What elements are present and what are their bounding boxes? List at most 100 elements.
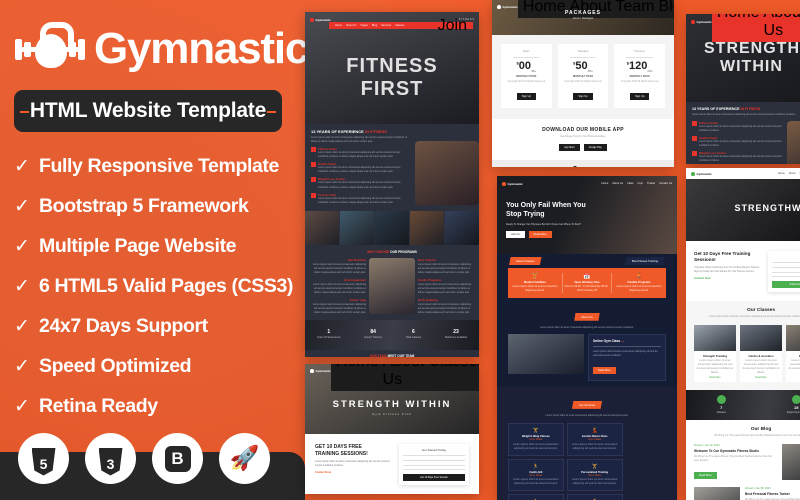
service-card[interactable]: 🏋 Personalized Training Gym Class Lorem … bbox=[566, 458, 623, 492]
plan-body: Copyright 2023 All Rights Reserved bbox=[564, 79, 602, 83]
why-point: Gym Equipment bbox=[343, 278, 367, 283]
services-ribbon: Our Services bbox=[571, 400, 603, 409]
form-field[interactable] bbox=[772, 276, 800, 278]
blog-photo bbox=[782, 443, 800, 480]
class-tab-2[interactable]: Best Fitness Training bbox=[624, 257, 665, 265]
feature-strip: 🏋 Modern Facilities Lorem ipsum dolor si… bbox=[508, 268, 666, 298]
plan-cta-button[interactable]: Sign Up bbox=[516, 92, 536, 100]
plan-name: Basic bbox=[523, 50, 530, 53]
nav-item[interactable]: About bbox=[789, 172, 796, 175]
nav-item[interactable]: Home bbox=[717, 14, 760, 40]
why-photo bbox=[369, 257, 415, 314]
check-icon: ✓ bbox=[14, 275, 30, 297]
app-store-button[interactable]: App Store bbox=[559, 144, 580, 152]
hero-title: STRENGTHWITHIN bbox=[734, 203, 800, 213]
form-field[interactable] bbox=[772, 271, 800, 273]
mockup-strength-within-red[interactable]: Gymnastic Home About Us Classes Blog Con… bbox=[686, 14, 800, 164]
program-icon: 🏃 bbox=[635, 274, 643, 280]
google-play-button[interactable]: Google Play bbox=[583, 144, 607, 152]
mockup-home-page-dark[interactable]: Gymnastic F I T N E S S Home About Us Pa… bbox=[305, 12, 479, 357]
nav-item[interactable]: Services bbox=[381, 24, 391, 27]
service-card[interactable]: 🏋 Weight Lifting Classes Gym Class Lorem… bbox=[508, 422, 564, 456]
class-card[interactable]: Cardio & Aerobics Lorem ipsum dolor sit … bbox=[740, 325, 782, 382]
why-point: Power Yoga bbox=[349, 298, 367, 303]
why-point: Diet Nutrition bbox=[347, 257, 367, 262]
form-field[interactable] bbox=[772, 262, 800, 263]
footer: Gymnastic Home About Classes Blog Contac… bbox=[492, 160, 674, 167]
form-field[interactable] bbox=[403, 469, 465, 471]
form-field[interactable] bbox=[403, 464, 465, 466]
class-card-cta[interactable]: Read More bbox=[788, 377, 800, 379]
offer-link[interactable]: Contact Now bbox=[315, 471, 391, 474]
about-photo bbox=[415, 141, 479, 206]
team-heading: OUR TEAM MEET OUR TEAM bbox=[369, 353, 415, 357]
pricing-card[interactable]: Standard $50/Mo MONTHLY PASS Copyright 2… bbox=[557, 44, 609, 108]
nav-item[interactable]: Classes bbox=[395, 24, 404, 27]
form-field[interactable] bbox=[403, 459, 465, 461]
form-submit-button[interactable]: Get 10 Days Free Session bbox=[403, 474, 465, 482]
mockup-brand: Gymnastic bbox=[696, 19, 712, 24]
mockup-brand: Gymnastic bbox=[696, 171, 712, 176]
plan-cta-button[interactable]: Sign Up bbox=[630, 92, 650, 100]
app-download-section: DOWNLOAD OUR MOBILE APP Get Fitness Tips… bbox=[492, 118, 674, 161]
feature-item: ✓ Retina Ready bbox=[14, 386, 300, 426]
service-card[interactable]: 🏃 Cardio Hiit Gym Class Lorem ipsum dolo… bbox=[508, 458, 564, 492]
pricing-card[interactable]: Premium $120/Mo MONTHLY PASS Copyright 2… bbox=[614, 44, 666, 108]
plan-label: MONTHLY PASS bbox=[572, 74, 594, 78]
nav-item[interactable]: About Us bbox=[612, 182, 623, 185]
offer-title: GET 10 DAYS FREE TRAINING SESSIONS! bbox=[315, 444, 368, 457]
class-card-cta[interactable]: Read More bbox=[742, 377, 780, 379]
service-card[interactable]: 🧘 Yoga Classes Gym Class Lorem ipsum dol… bbox=[566, 494, 623, 500]
nav-item[interactable]: Home bbox=[778, 172, 785, 175]
dumbbell-icon: 🏋 bbox=[532, 427, 539, 434]
about-point-body: Lorem ipsum dolor sit amet consectetur a… bbox=[318, 196, 401, 204]
form-submit-button[interactable]: Submit Request bbox=[772, 281, 800, 289]
nav-item[interactable]: Home bbox=[335, 24, 342, 27]
offer-link[interactable]: Contact Now bbox=[694, 277, 762, 280]
plan-name: Premium bbox=[634, 50, 645, 53]
nav-item[interactable]: Home bbox=[601, 182, 608, 185]
service-card[interactable]: 🏃 Running & Athlete Gym Class Lorem ipsu… bbox=[508, 494, 564, 500]
about-card-button[interactable]: Read More bbox=[592, 366, 616, 374]
counter-item: 6 Total Classes bbox=[405, 329, 422, 340]
nav-item[interactable]: Blog bbox=[372, 24, 377, 27]
hero-primary-button[interactable]: Join Us bbox=[506, 230, 525, 238]
blog-post[interactable]: Fitness / Jan 08, 2023 Best Personal Fit… bbox=[694, 486, 800, 500]
nav-item[interactable]: About Us bbox=[764, 14, 800, 40]
plan-cta-button[interactable]: Sign Up bbox=[573, 92, 593, 100]
blog-title: Best Personal Fitness Trainer bbox=[745, 491, 790, 496]
nav-item[interactable]: Gym bbox=[638, 182, 643, 185]
blog-cta-button[interactable]: Read More bbox=[694, 471, 717, 479]
check-icon: ✓ bbox=[14, 195, 30, 217]
nav-item[interactable]: Class bbox=[627, 182, 634, 185]
mockup-strength-within-green[interactable]: Gymnastic Home About Classes Blog Contac… bbox=[686, 168, 800, 500]
class-card[interactable]: Strength Training Lorem ipsum dolor sit … bbox=[694, 325, 736, 382]
html5-badge: HTML 5 bbox=[18, 433, 69, 484]
mockup-brand: Gymnastic bbox=[315, 17, 331, 22]
mockup-strength-within-white[interactable]: Gymnastic Home About Us Classes Blog Pag… bbox=[305, 364, 479, 494]
nav-item[interactable]: About Us bbox=[346, 24, 357, 27]
about-body: Lorem ipsum dolor sit amet consectetur a… bbox=[311, 136, 407, 144]
service-card[interactable]: 💃 Aerobic Dance Class Gym Class Lorem ip… bbox=[566, 422, 623, 456]
class-card-cta[interactable]: Read More bbox=[696, 377, 734, 379]
about-ribbon: About Us bbox=[574, 312, 600, 321]
blog-post[interactable]: Fitness / Jan 10, 2023 Welcome To Our Gy… bbox=[694, 443, 800, 481]
plan-body: Copyright 2023 All Rights Reserved bbox=[507, 79, 546, 83]
mockup-home-page-navy[interactable]: Gymnastic Home About Us Class Gym Traine… bbox=[497, 176, 677, 500]
nav-item[interactable]: Contact Us bbox=[659, 182, 672, 185]
plan-body: Copyright 2023 All Rights Reserved bbox=[620, 79, 659, 83]
class-tab-1[interactable]: Select Classes bbox=[509, 257, 542, 265]
class-card[interactable]: Power Yoga Lorem ipsum dolor sit amet co… bbox=[786, 325, 800, 382]
check-icon: ✓ bbox=[14, 315, 30, 337]
form-field[interactable] bbox=[772, 266, 800, 268]
pricing-card[interactable]: Basic $00/Mo MONTHLY PASS Copyright 2023… bbox=[501, 44, 552, 108]
mockup-pricing-page[interactable]: Gymnastic Home About Team Blog Pages Con… bbox=[492, 0, 674, 167]
nav-item[interactable]: Trainer bbox=[647, 182, 655, 185]
nav-item[interactable]: Pages bbox=[361, 24, 368, 27]
hero-secondary-button[interactable]: Read More bbox=[528, 230, 552, 238]
hero-title: PACKAGES bbox=[565, 10, 601, 16]
check-icon: ✓ bbox=[14, 155, 30, 177]
plan-price: $120/Mo bbox=[626, 59, 653, 73]
css3-badge: CSS 3 bbox=[85, 433, 136, 484]
form-field[interactable] bbox=[403, 455, 465, 456]
